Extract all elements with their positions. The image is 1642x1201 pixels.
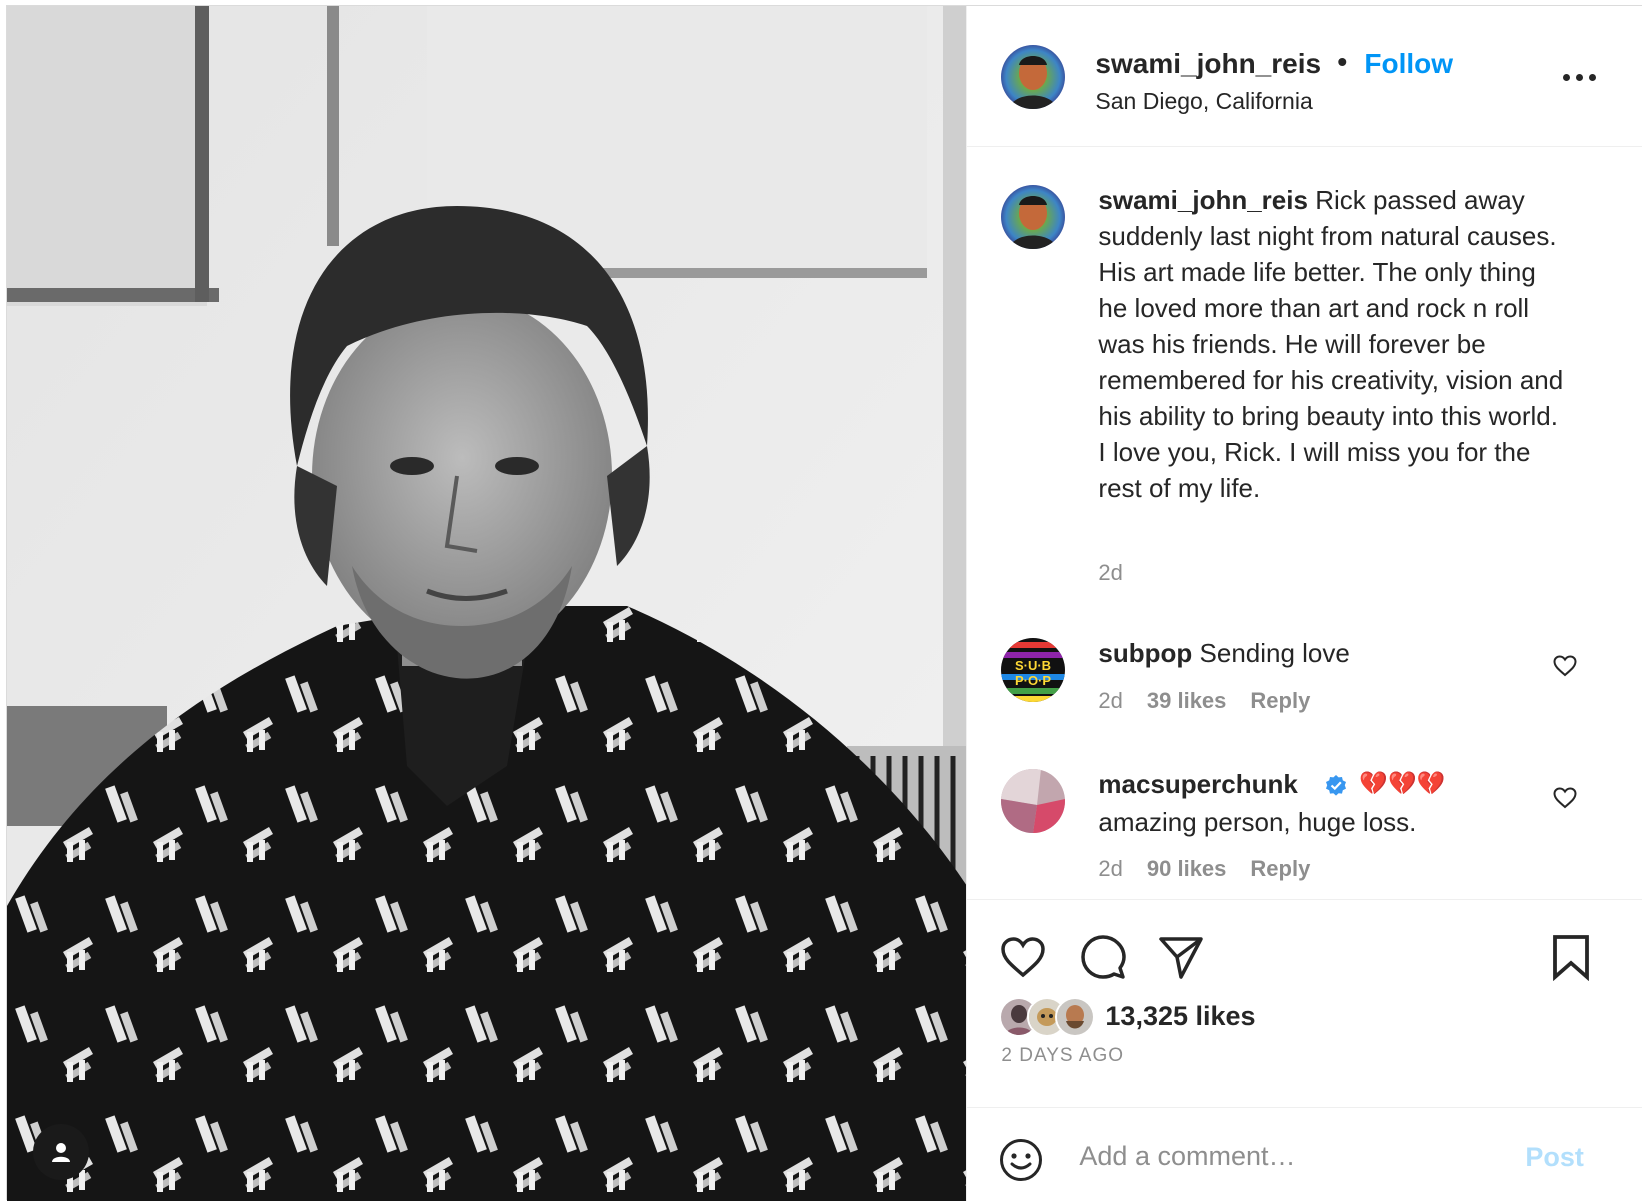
- comment-avatar-subpop[interactable]: S·U·B P·O·P: [1001, 638, 1066, 702]
- share-icon[interactable]: [1157, 933, 1205, 981]
- comment-meta: 2d 39 likes Reply: [1098, 688, 1310, 714]
- heart-icon[interactable]: [999, 933, 1047, 981]
- comment-avatar-macsuperchunk[interactable]: [1001, 769, 1066, 833]
- caption-timestamp[interactable]: 2d: [1098, 560, 1122, 586]
- more-dot: [1588, 73, 1596, 81]
- more-dot: [1562, 73, 1570, 81]
- user-icon: [52, 1143, 70, 1162]
- post-location[interactable]: San Diego, California: [1095, 88, 1312, 115]
- heart-icon[interactable]: [1553, 654, 1577, 678]
- separator-dot: •: [1337, 46, 1348, 77]
- more-dot: [1575, 73, 1583, 81]
- post-photo[interactable]: [7, 6, 967, 1201]
- comment-timestamp[interactable]: 2d: [1098, 856, 1122, 882]
- post-like-count[interactable]: 13,325 likes: [1105, 1001, 1255, 1032]
- profile-picture: [1001, 185, 1066, 249]
- comment-timestamp[interactable]: 2d: [1098, 688, 1122, 714]
- comment-text: Sending love: [1199, 638, 1350, 668]
- heart-icon[interactable]: [1553, 786, 1577, 810]
- comment-meta: 2d 90 likes Reply: [1098, 856, 1310, 882]
- comment-username[interactable]: macsuperchunk: [1098, 769, 1297, 800]
- comment-icon[interactable]: [1079, 933, 1127, 981]
- reply-button[interactable]: Reply: [1250, 688, 1310, 714]
- profile-picture: [1001, 769, 1066, 833]
- comment-likes[interactable]: 39 likes: [1147, 688, 1227, 714]
- subpop-logo-top: S·U·B: [1015, 658, 1051, 673]
- comment-subpop: subpop Sending love: [1098, 638, 1349, 669]
- subpop-logo-bottom: P·O·P: [1015, 673, 1051, 688]
- post-dialog: swami_john_reis • Follow San Diego, Cali…: [6, 5, 1642, 1201]
- broken-heart-emoji: 💔💔💔: [1359, 770, 1446, 796]
- actions-divider: [967, 899, 1642, 900]
- post-author-username[interactable]: swami_john_reis: [1095, 48, 1321, 80]
- emoji-icon[interactable]: [999, 1138, 1043, 1182]
- post-comment-button[interactable]: Post: [1525, 1142, 1584, 1173]
- more-options-button[interactable]: [1557, 62, 1601, 92]
- comment-likes[interactable]: 90 likes: [1147, 856, 1227, 882]
- subpop-logo: S·U·B P·O·P: [1001, 638, 1066, 702]
- profile-picture: [1001, 45, 1066, 109]
- comment-text: amazing person, huge loss.: [1098, 807, 1417, 837]
- tagged-people-button[interactable]: [33, 1124, 89, 1180]
- liked-by-avatars[interactable]: [999, 997, 1099, 1039]
- avatar: [1055, 997, 1096, 1037]
- caption-text: Rick passed away suddenly last night fro…: [1098, 185, 1564, 503]
- add-comment-bar: Post: [967, 1107, 1642, 1201]
- post-caption: swami_john_reis Rick passed away suddenl…: [1098, 182, 1568, 506]
- portrait-image: [7, 6, 967, 1201]
- post-side-panel: swami_john_reis • Follow San Diego, Cali…: [966, 6, 1642, 1201]
- verified-badge-icon: [1326, 775, 1347, 796]
- reply-button[interactable]: Reply: [1250, 856, 1310, 882]
- bookmark-icon[interactable]: [1549, 933, 1593, 981]
- comment-username[interactable]: subpop: [1098, 638, 1192, 668]
- caption-username[interactable]: swami_john_reis: [1098, 185, 1308, 215]
- follow-button[interactable]: Follow: [1364, 48, 1453, 80]
- caption-avatar[interactable]: [1001, 185, 1066, 249]
- post-timestamp[interactable]: 2 DAYS AGO: [1001, 1045, 1124, 1067]
- post-header: swami_john_reis • Follow San Diego, Cali…: [967, 6, 1642, 147]
- avatar[interactable]: [1001, 45, 1066, 109]
- comment-input[interactable]: [1079, 1136, 1510, 1176]
